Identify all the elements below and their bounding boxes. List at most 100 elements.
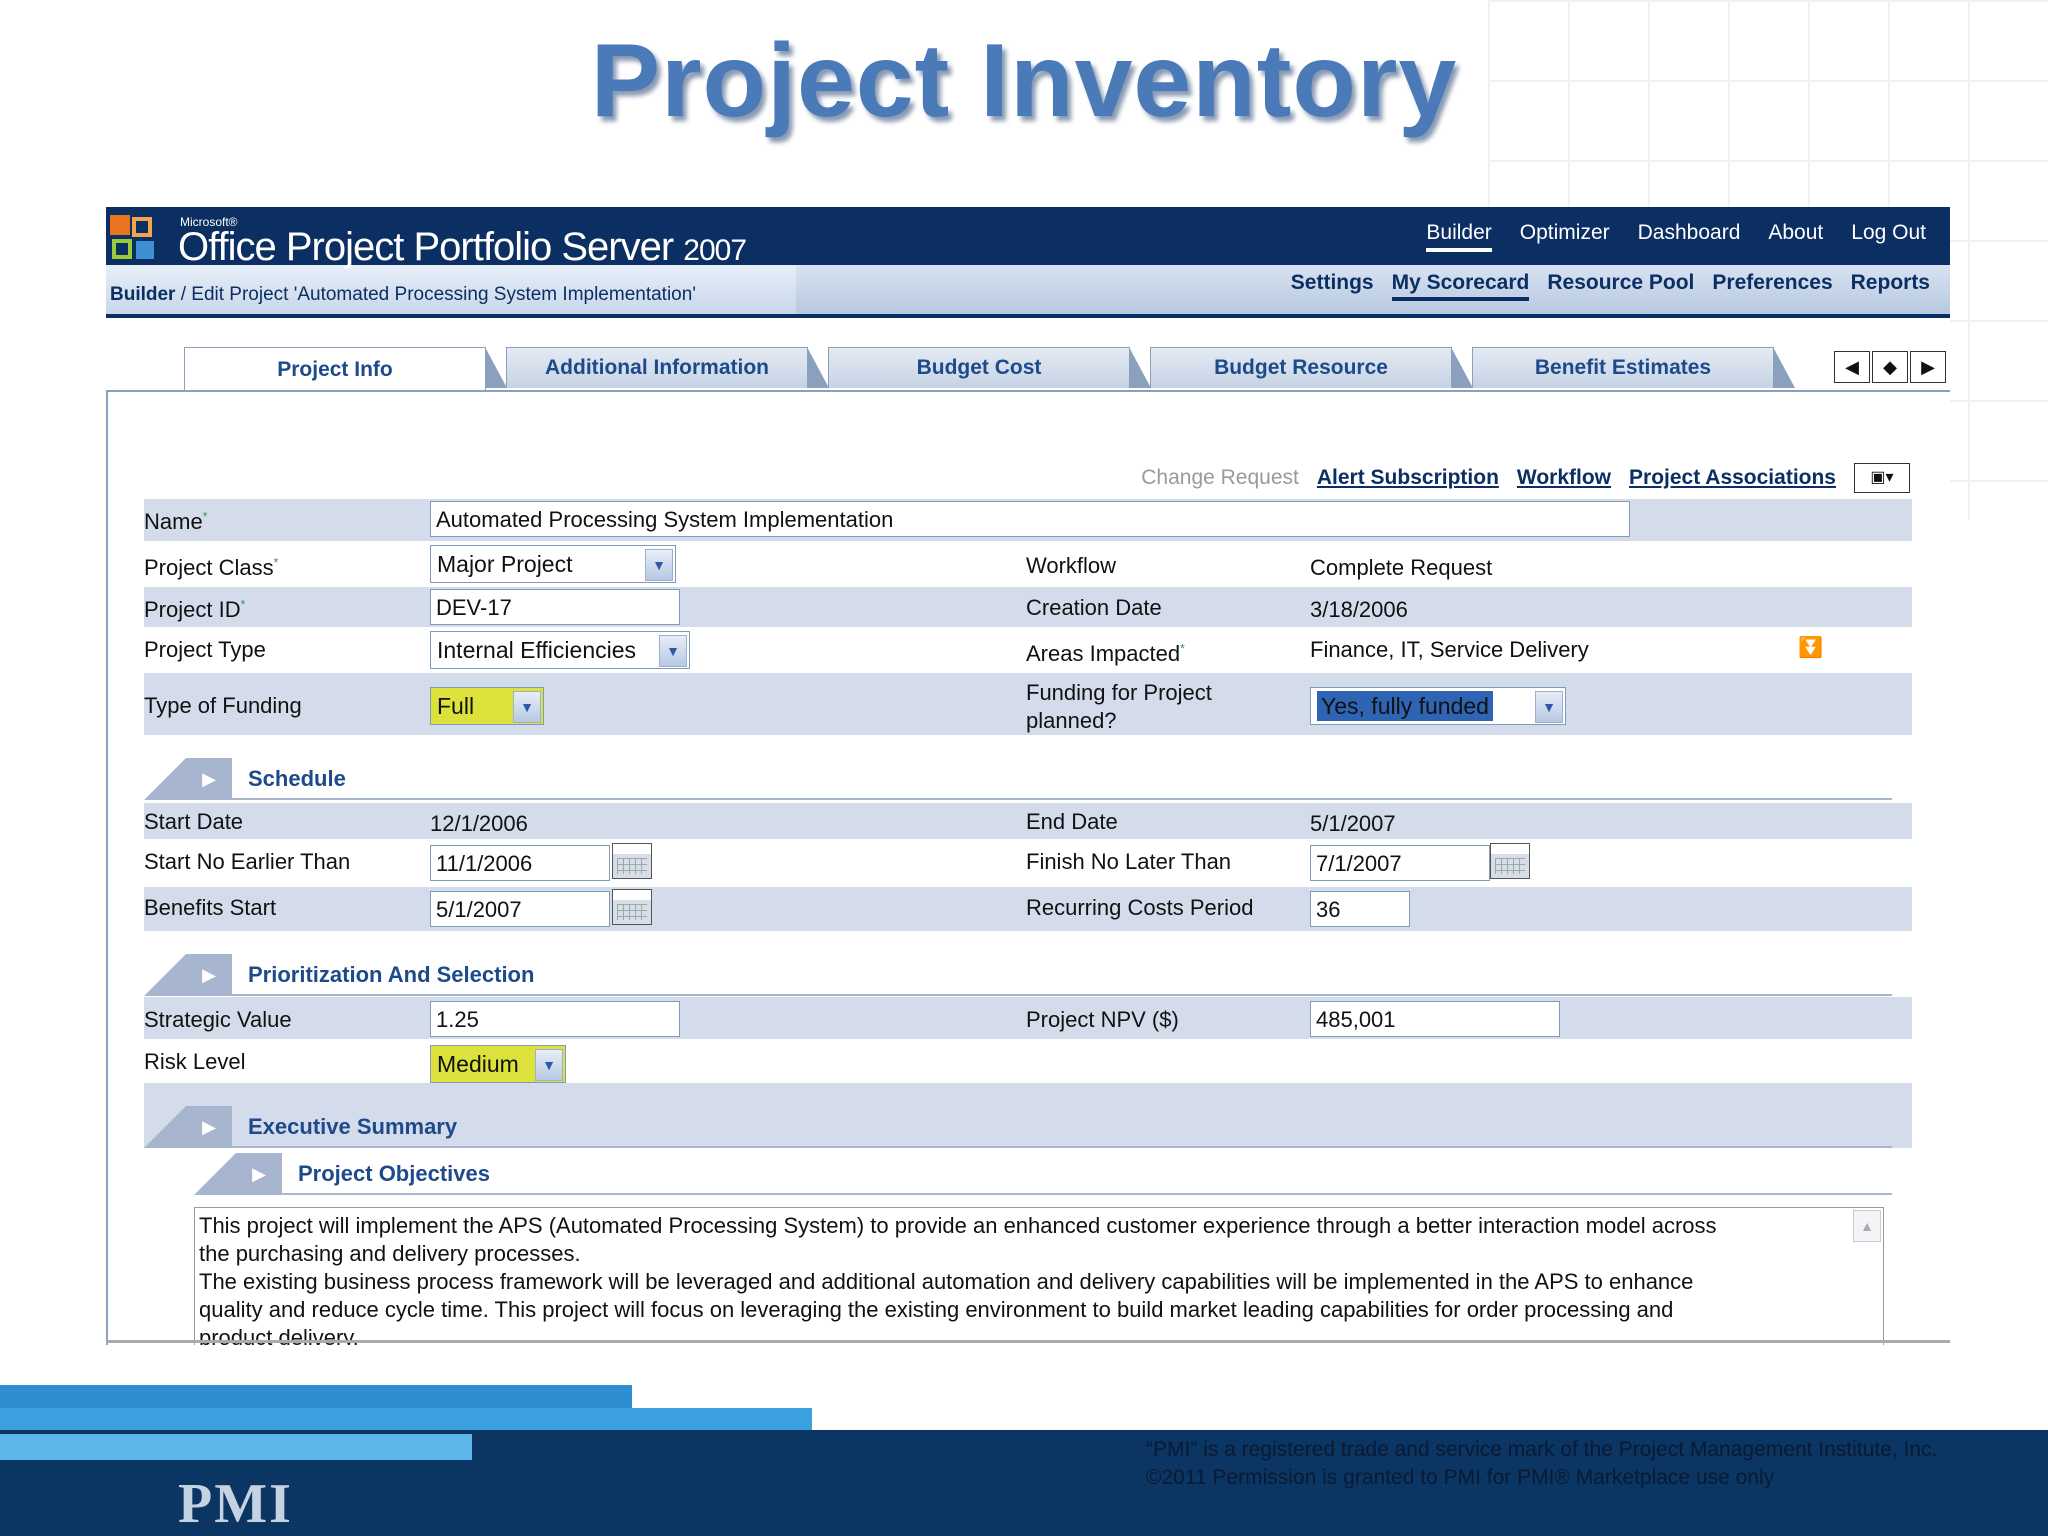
strategic-value-row: Strategic Value 1.25 Project NPV ($) 485… [144, 997, 1912, 1039]
tab-budget-resource[interactable]: Budget Resource [1150, 347, 1473, 388]
chevron-down-icon[interactable]: ▼ [659, 635, 687, 667]
finish-no-later-input[interactable]: 7/1/2007 [1310, 845, 1490, 881]
benefits-row: Benefits Start 5/1/2007 Recurring Costs … [144, 887, 1912, 931]
risk-level-select[interactable]: Medium ▼ [430, 1045, 566, 1083]
benefits-start-label: Benefits Start [144, 895, 277, 920]
alert-subscription-link[interactable]: Alert Subscription [1317, 466, 1499, 490]
funding-planned-label-line2: planned? [1026, 708, 1117, 733]
footer-stripe [0, 1434, 472, 1460]
chevron-down-icon[interactable]: ▼ [1535, 691, 1563, 723]
project-class-select[interactable]: Major Project ▼ [430, 545, 676, 583]
tab-label: Budget Cost [916, 356, 1042, 379]
legal-line: ©2011 Permission is granted to PMI for P… [1146, 1466, 1775, 1489]
tab-label: Budget Resource [1214, 356, 1388, 379]
subnav-reports[interactable]: Reports [1851, 271, 1930, 301]
name-label-text: Name [144, 509, 203, 534]
tab-menu-icon[interactable]: ◆ [1872, 351, 1908, 383]
project-class-label-text: Project Class [144, 555, 274, 580]
nav-optimizer[interactable]: Optimizer [1520, 221, 1610, 252]
npv-input[interactable]: 485,001 [1310, 1001, 1560, 1037]
risk-level-value: Medium [437, 1051, 519, 1077]
project-type-value: Internal Efficiencies [437, 637, 637, 663]
objectives-title: Project Objectives [298, 1161, 490, 1186]
pmi-logo: PMI [178, 1473, 293, 1535]
scroll-up-icon[interactable]: ▲ [1853, 1210, 1881, 1242]
start-no-earlier-label: Start No Earlier Than [144, 849, 351, 874]
nav-log-out[interactable]: Log Out [1851, 221, 1926, 252]
legal-notice: “PMI” is a registered trade and service … [1146, 1436, 1937, 1492]
calendar-icon[interactable] [612, 889, 652, 925]
action-links: Change Request Alert Subscription Workfl… [1141, 463, 1910, 493]
breadcrumb: Builder / Edit Project 'Automated Proces… [110, 284, 696, 306]
slide-title: Project Inventory [590, 23, 1458, 139]
project-associations-link[interactable]: Project Associations [1629, 466, 1836, 490]
tab-label: Benefit Estimates [1534, 356, 1712, 379]
benefits-start-input[interactable]: 5/1/2007 [430, 891, 610, 927]
type-of-funding-select[interactable]: Full ▼ [430, 687, 544, 725]
app-header: Microsoft® Office Project Portfolio Serv… [106, 207, 1950, 314]
recurring-costs-input[interactable]: 36 [1310, 891, 1410, 927]
required-mark: * [1180, 641, 1185, 656]
calendar-icon[interactable] [1490, 843, 1530, 879]
expand-down-icon[interactable]: ⏬ [1798, 635, 1823, 660]
subnav-preferences[interactable]: Preferences [1712, 271, 1832, 301]
nav-about[interactable]: About [1768, 221, 1823, 252]
calendar-icon[interactable] [612, 843, 652, 879]
risk-level-row: Risk Level Medium ▼ [144, 1041, 1912, 1083]
required-mark: * [273, 555, 279, 570]
executive-summary-section-header[interactable]: ▶ Executive Summary [144, 1106, 1912, 1148]
brand-label: Office Project Portfolio Server [178, 225, 674, 269]
project-type-select[interactable]: Internal Efficiencies ▼ [430, 631, 690, 669]
objectives-textarea[interactable]: This project will implement the APS (Aut… [194, 1207, 1884, 1345]
end-date-value: 5/1/2007 [1310, 811, 1396, 836]
creation-date-label: Creation Date [1026, 595, 1162, 620]
executive-summary-title: Executive Summary [248, 1114, 458, 1139]
risk-level-label: Risk Level [144, 1049, 246, 1074]
funding-planned-select[interactable]: Yes, fully funded ▼ [1310, 687, 1566, 725]
areas-impacted-label-text: Areas Impacted [1026, 641, 1181, 666]
tab-additional-information[interactable]: Additional Information [506, 347, 829, 388]
type-of-funding-label: Type of Funding [144, 693, 302, 718]
name-input[interactable]: Automated Processing System Implementati… [430, 501, 1630, 537]
brand-name: Office Project Portfolio Server 2007 [178, 225, 747, 270]
tab-prev-icon[interactable]: ◀ [1834, 351, 1870, 383]
app-window: Microsoft® Office Project Portfolio Serv… [106, 207, 1950, 1345]
prioritization-title: Prioritization And Selection [248, 962, 535, 987]
chevron-down-icon[interactable]: ▼ [513, 691, 541, 723]
breadcrumb-current: / Edit Project 'Automated Processing Sys… [175, 284, 696, 305]
objectives-section-header[interactable]: ▶ Project Objectives [194, 1153, 1912, 1195]
objectives-line: quality and reduce cycle time. This proj… [199, 1297, 1674, 1322]
subnav-resource-pool[interactable]: Resource Pool [1547, 271, 1694, 301]
nav-dashboard[interactable]: Dashboard [1638, 221, 1741, 252]
strategic-value-input[interactable]: 1.25 [430, 1001, 680, 1037]
workflow-link[interactable]: Workflow [1517, 466, 1611, 490]
tab-project-info[interactable]: Project Info [184, 347, 507, 392]
project-type-row: Project Type Internal Efficiencies ▼ Area… [144, 629, 1912, 671]
objectives-line: The existing business process framework … [199, 1269, 1694, 1294]
project-id-label-text: Project ID [144, 597, 241, 622]
subnav-settings[interactable]: Settings [1291, 271, 1374, 301]
schedule-section-header[interactable]: ▶ Schedule [144, 758, 1912, 800]
tab-budget-cost[interactable]: Budget Cost [828, 347, 1151, 388]
funding-row: Type of Funding Full ▼ Funding for Projec… [144, 673, 1912, 735]
subnav-my-scorecard[interactable]: My Scorecard [1391, 271, 1530, 301]
start-no-earlier-input[interactable]: 11/1/2006 [430, 845, 610, 881]
chevron-down-icon[interactable]: ▼ [535, 1049, 563, 1081]
breadcrumb-root[interactable]: Builder [110, 284, 175, 305]
layout-options-icon[interactable]: ▣▾ [1854, 463, 1910, 493]
legal-line: “PMI” is a registered trade and service … [1146, 1438, 1938, 1461]
areas-impacted-value: Finance, IT, Service Delivery [1310, 637, 1589, 662]
nav-builder[interactable]: Builder [1426, 221, 1492, 252]
expand-arrow-icon: ▶ [186, 1106, 232, 1148]
expand-arrow-icon: ▶ [186, 954, 232, 996]
start-date-value: 12/1/2006 [430, 811, 528, 836]
prioritization-section-header[interactable]: ▶ Prioritization And Selection [144, 954, 1912, 996]
workflow-value: Complete Request [1310, 555, 1493, 580]
tab-next-icon[interactable]: ▶ [1910, 351, 1946, 383]
objectives-line: the purchasing and delivery processes. [199, 1241, 581, 1266]
project-id-input[interactable]: DEV-17 [430, 589, 680, 625]
tab-benefit-estimates[interactable]: Benefit Estimates [1472, 347, 1795, 388]
tab-scroll-controls: ◀ ◆ ▶ [1834, 351, 1946, 383]
chevron-down-icon[interactable]: ▼ [645, 549, 673, 581]
office-logo-icon [110, 215, 154, 259]
